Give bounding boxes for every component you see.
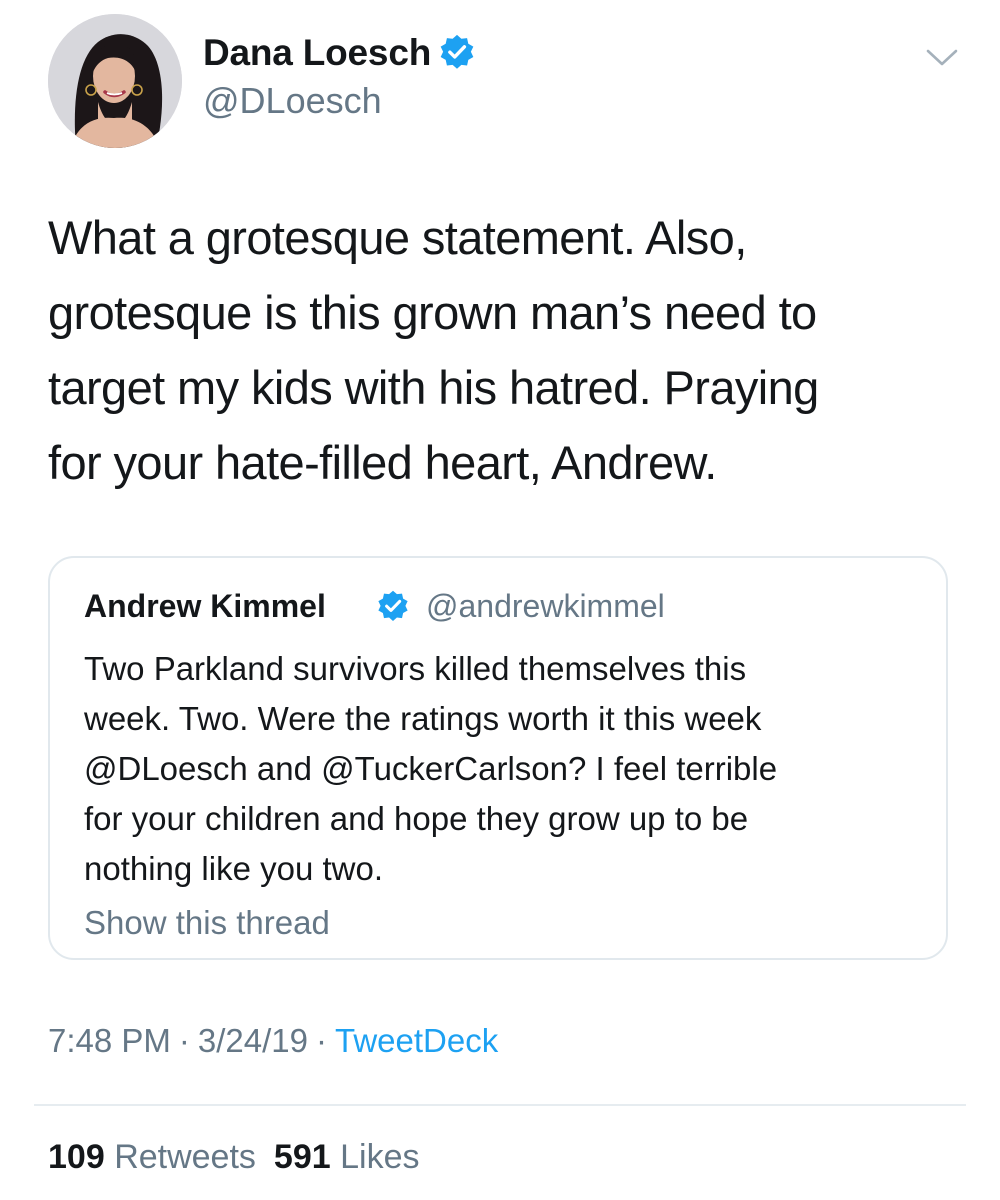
tweet-stats: 109 Retweets 591 Likes [48,1138,419,1177]
verified-badge-icon [378,590,408,621]
avatar[interactable] [48,14,182,148]
chevron-down-icon[interactable] [925,46,959,70]
avatar-image [48,14,182,148]
meta-separator: · [178,1022,190,1059]
tweet-date[interactable]: 3/24/19 [198,1022,308,1059]
quoted-tweet-text: Two Parkland survivors killed themselves… [84,650,778,887]
retweets-stat[interactable]: 109 Retweets [48,1138,256,1176]
tweet-time[interactable]: 7:48 PM [48,1022,171,1059]
quoted-tweet[interactable]: Andrew Kimmel @andrewkimmel Two Parkland… [48,556,948,960]
tweet-text: What a grotesque statement. Also, grotes… [48,211,819,489]
quoted-author-name: Andrew Kimmel [84,588,326,624]
divider [34,1104,966,1106]
retweets-count: 109 [48,1138,105,1176]
author-handle[interactable]: @DLoesch [203,80,382,122]
tweet-meta: 7:48 PM · 3/24/19 · TweetDeck [48,1022,498,1060]
tweet-source-link[interactable]: TweetDeck [335,1022,498,1059]
author-name[interactable]: Dana Loesch [203,32,431,74]
likes-stat[interactable]: 591 Likes [274,1138,420,1176]
likes-count: 591 [273,1138,331,1176]
verified-badge-icon [440,34,474,69]
tweet-card: Dana Loesch @DLoesch What a grotesque st… [0,0,1000,1200]
quoted-author-handle: @andrewkimmel [426,588,665,624]
meta-separator: · [316,1022,328,1059]
show-thread-link[interactable]: Show this thread [84,904,330,942]
retweets-label: Retweets [114,1138,256,1176]
likes-label: Likes [340,1138,420,1176]
